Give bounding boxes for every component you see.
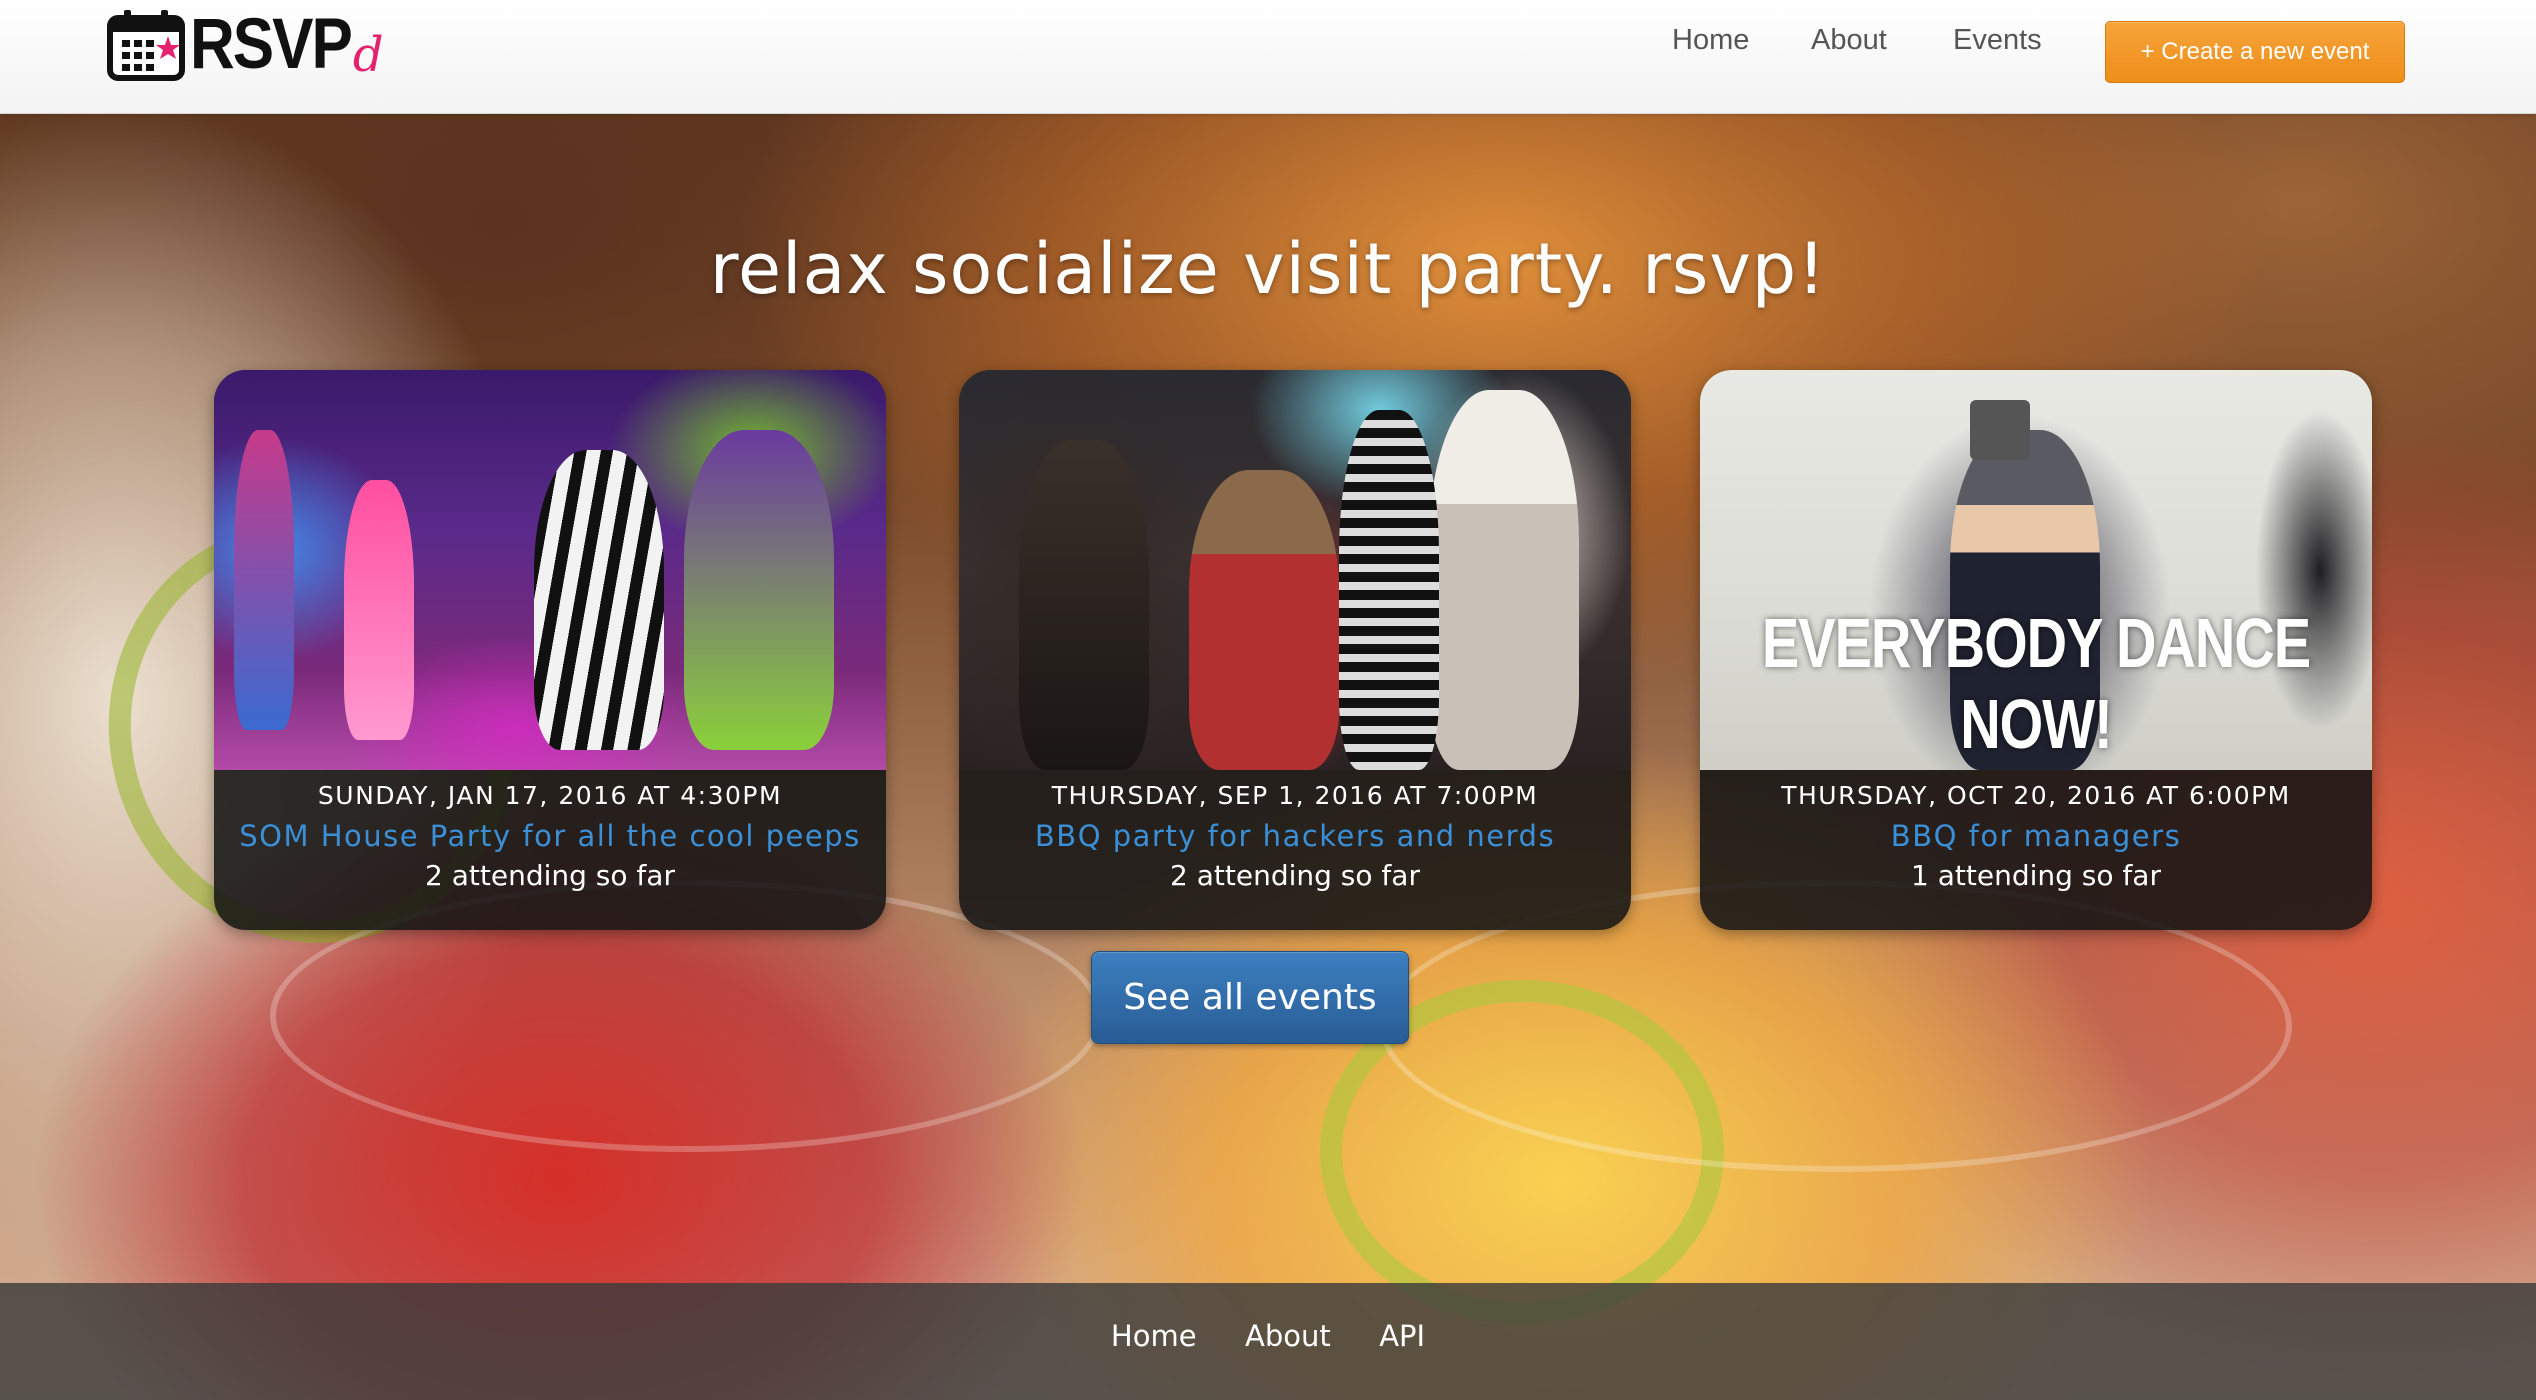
event-card[interactable]: THURSDAY, SEP 1, 2016 AT 7:00PM BBQ part…: [959, 370, 1631, 930]
event-card[interactable]: EVERYBODY DANCE NOW! THURSDAY, OCT 20, 2…: [1700, 370, 2372, 930]
brand-suffix: d: [352, 27, 384, 83]
nav-events-link[interactable]: Events: [1953, 24, 2042, 57]
event-info: THURSDAY, OCT 20, 2016 AT 6:00PM BBQ for…: [1700, 770, 2372, 930]
hero-title: relax socialize visit party. rsvp!: [709, 228, 1827, 310]
event-date: SUNDAY, JAN 17, 2016 AT 4:30PM: [317, 781, 783, 810]
create-event-button[interactable]: + Create a new event: [2105, 21, 2405, 83]
brand-logo[interactable]: RSVP d: [106, 2, 384, 88]
event-date: THURSDAY, OCT 20, 2016 AT 6:00PM: [1781, 781, 2291, 810]
calendar-icon: [107, 10, 185, 81]
event-image: [214, 370, 886, 770]
footer: Home About API: [0, 1283, 2536, 1400]
event-date: THURSDAY, SEP 1, 2016 AT 7:00PM: [1051, 781, 1539, 810]
event-attending-count: 1 attending so far: [1911, 859, 2161, 892]
footer-home-link[interactable]: Home: [1111, 1319, 1197, 1353]
event-info: SUNDAY, JAN 17, 2016 AT 4:30PM SOM House…: [214, 770, 886, 930]
event-title-link[interactable]: BBQ party for hackers and nerds: [1035, 816, 1555, 856]
event-info: THURSDAY, SEP 1, 2016 AT 7:00PM BBQ part…: [959, 770, 1631, 930]
event-image: [959, 370, 1631, 770]
event-attending-count: 2 attending so far: [425, 859, 675, 892]
nav-about-link[interactable]: About: [1811, 24, 1887, 57]
footer-links: Home About API: [0, 1319, 2536, 1353]
event-attending-count: 2 attending so far: [1170, 859, 1420, 892]
event-cards: SUNDAY, JAN 17, 2016 AT 4:30PM SOM House…: [0, 370, 2536, 930]
footer-about-link[interactable]: About: [1245, 1319, 1331, 1353]
see-all-events-button[interactable]: See all events: [1091, 951, 1409, 1044]
event-image-caption: EVERYBODY DANCE NOW!: [1761, 603, 2311, 763]
event-title-link[interactable]: BBQ for managers: [1891, 816, 2181, 856]
event-card[interactable]: SUNDAY, JAN 17, 2016 AT 4:30PM SOM House…: [214, 370, 886, 930]
footer-api-link[interactable]: API: [1379, 1319, 1425, 1353]
navbar: RSVP d Home About Events + Create a new …: [0, 0, 2536, 114]
nav-home-link[interactable]: Home: [1672, 24, 1749, 57]
brand-name: RSVP: [190, 4, 353, 85]
event-title-link[interactable]: SOM House Party for all the cool peeps: [239, 816, 861, 856]
event-image: EVERYBODY DANCE NOW!: [1700, 370, 2372, 770]
